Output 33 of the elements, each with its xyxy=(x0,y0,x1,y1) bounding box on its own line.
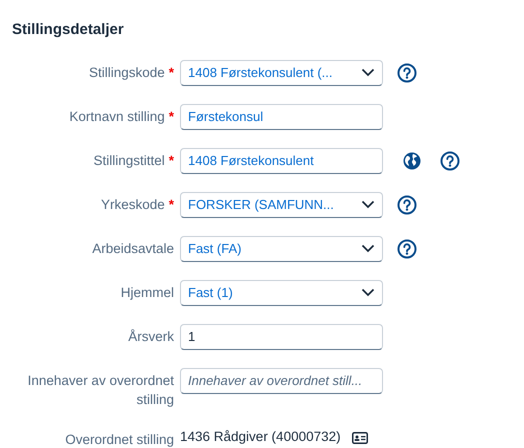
field-label: Overordnet stilling xyxy=(65,430,174,448)
dropdown-field[interactable]: Fast (1) xyxy=(180,280,383,306)
chevron-down-icon xyxy=(361,200,375,209)
input-field[interactable]: 1408 Førstekonsulent xyxy=(180,148,383,174)
required-mark: * xyxy=(168,108,174,126)
globe-icon[interactable] xyxy=(403,152,421,170)
input-field[interactable]: 1 xyxy=(180,324,383,350)
input-field[interactable]: Innehaver av overordnet still... xyxy=(180,368,383,394)
field-value: 1436 Rådgiver (40000732) xyxy=(180,428,341,446)
field-label: Yrkeskode xyxy=(100,196,165,214)
chevron-down-icon xyxy=(361,288,375,297)
chevron-down-icon xyxy=(361,68,375,77)
required-mark: * xyxy=(168,152,174,170)
field-label: Kortnavn stilling xyxy=(69,108,165,126)
dropdown-field[interactable]: Fast (FA) xyxy=(180,236,383,262)
field-label: Årsverk xyxy=(128,328,174,346)
field-label: Hjemmel xyxy=(120,284,174,302)
field-label: Stillingstittel xyxy=(93,152,165,170)
required-mark: * xyxy=(168,64,174,82)
help-icon[interactable] xyxy=(440,150,460,170)
dropdown-field[interactable]: 1408 Førstekonsulent (... xyxy=(180,60,383,86)
chevron-down-icon xyxy=(361,244,375,253)
help-icon[interactable] xyxy=(397,62,417,82)
input-field[interactable]: Førstekonsul xyxy=(180,104,383,130)
help-icon[interactable] xyxy=(397,238,417,258)
required-mark: * xyxy=(168,196,174,214)
help-icon[interactable] xyxy=(397,194,417,214)
field-label: Stillingskode xyxy=(88,64,165,82)
dropdown-field[interactable]: FORSKER (SAMFUNN... xyxy=(180,192,383,218)
field-label: Innehaver av overordnet stilling xyxy=(26,372,174,408)
field-label: Arbeidsavtale xyxy=(92,240,174,258)
id-card-icon[interactable] xyxy=(352,432,368,444)
section-title: Stillingsdetaljer xyxy=(11,20,125,40)
